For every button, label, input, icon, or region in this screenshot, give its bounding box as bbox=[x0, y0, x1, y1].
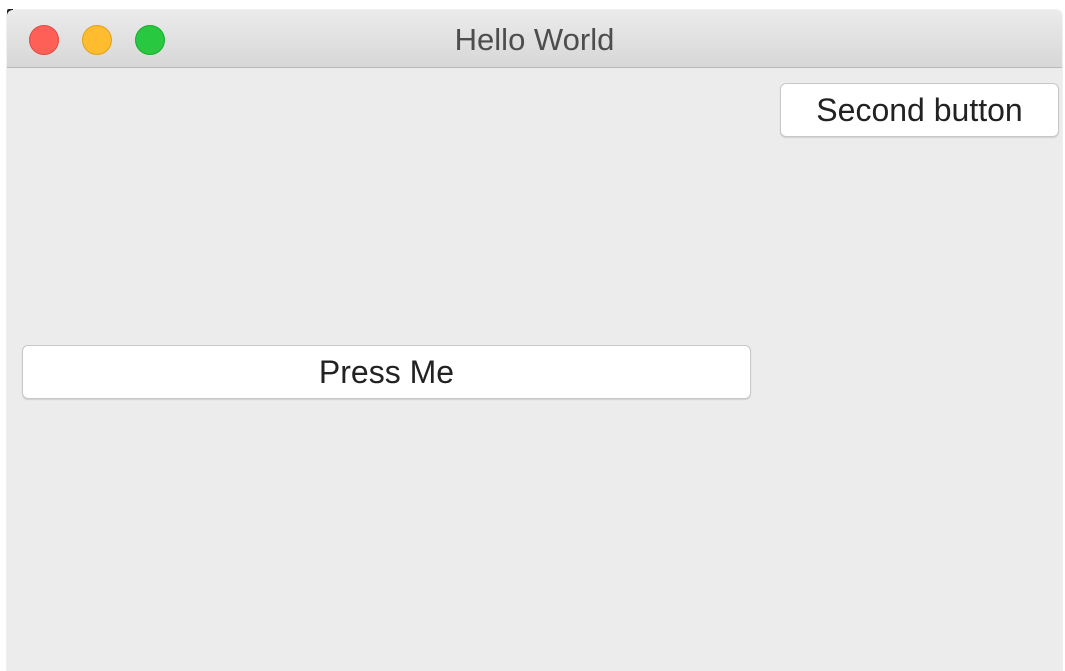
second-button[interactable]: Second button bbox=[780, 83, 1059, 137]
app-window: Hello World Second button Press Me bbox=[7, 10, 1062, 671]
window-title: Hello World bbox=[454, 22, 615, 57]
press-me-button[interactable]: Press Me bbox=[22, 345, 751, 399]
title-bar[interactable]: Hello World bbox=[7, 10, 1062, 68]
